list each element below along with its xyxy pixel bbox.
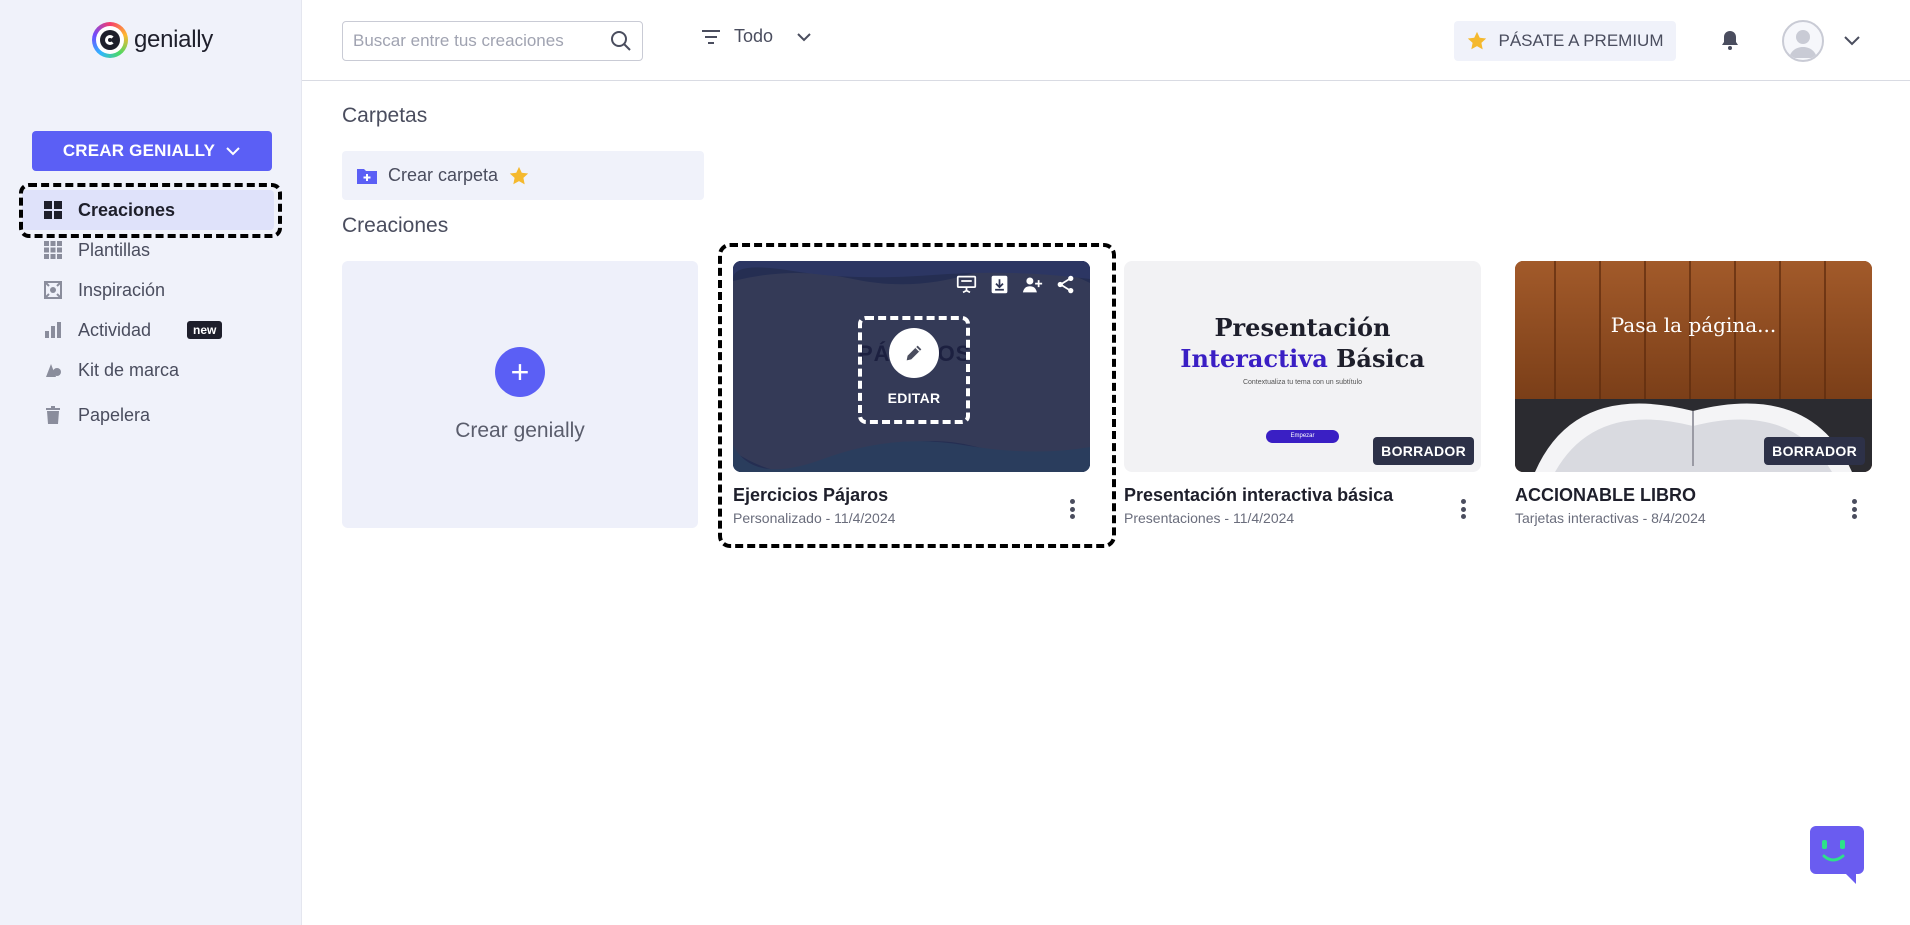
top-bar: Todo PÁSATE A PREMIUM [302, 0, 1910, 81]
sidebar-item-label: Plantillas [78, 239, 151, 260]
filter-label: Todo [734, 26, 774, 46]
inspiration-icon [42, 279, 64, 301]
chevron-down-icon [797, 32, 811, 41]
add-user-icon[interactable] [1022, 274, 1043, 295]
creation-card[interactable]: Pasa la página... BORRADOR ACCIONABLE LI… [1515, 261, 1872, 526]
filter-icon [702, 29, 720, 44]
genially-logo-icon [92, 22, 128, 58]
draft-badge: BORRADOR [1373, 437, 1474, 465]
card-title[interactable]: Ejercicios Pájaros [733, 485, 1090, 506]
avatar[interactable] [1782, 20, 1824, 62]
card-title[interactable]: ACCIONABLE LIBRO [1515, 485, 1872, 506]
present-icon[interactable] [956, 274, 977, 295]
chevron-down-icon [226, 147, 240, 156]
card-meta: Personalizado - 11/4/2024 [733, 510, 896, 526]
thumbnail-word: Básica [1336, 344, 1425, 373]
premium-button[interactable]: PÁSATE A PREMIUM [1454, 21, 1676, 61]
create-folder-label: Crear carpeta [388, 165, 499, 185]
more-options-icon[interactable] [1844, 497, 1864, 521]
sidebar-item-label: Kit de marca [78, 359, 180, 380]
sidebar-nav: Creaciones Plantillas Inspiración Activi… [22, 190, 274, 435]
create-genially-card[interactable]: + Crear genially [342, 261, 698, 528]
creation-card[interactable]: PÁJAROS EDITAR Ejercicios Pájaros Person… [733, 261, 1090, 526]
sidebar-item-papelera[interactable]: Papelera [22, 395, 274, 435]
add-folder-icon [357, 168, 377, 184]
sidebar-item-label: Papelera [78, 404, 151, 425]
plus-icon: + [495, 346, 545, 397]
download-icon[interactable] [989, 274, 1010, 295]
bar-chart-icon [42, 319, 64, 341]
creations-title: Creaciones [342, 214, 449, 237]
user-icon [1789, 30, 1817, 58]
create-genially-button[interactable]: CREAR GENIALLY [32, 131, 272, 171]
creation-thumbnail[interactable]: Pasa la página... BORRADOR [1515, 261, 1872, 472]
premium-label: PÁSATE A PREMIUM [1498, 31, 1664, 50]
bell-icon[interactable] [1718, 28, 1742, 52]
card-meta: Presentaciones - 11/4/2024 [1124, 510, 1295, 526]
creation-thumbnail[interactable]: PÁJAROS EDITAR [733, 261, 1090, 472]
brand-name: genially [134, 26, 213, 53]
thumbnail-heading: Presentación [1214, 313, 1391, 342]
creation-card[interactable]: Presentación Interactiva Básica Contextu… [1124, 261, 1481, 526]
sidebar-item-label: Creaciones [78, 199, 176, 220]
grid-icon [42, 199, 64, 221]
chevron-down-icon[interactable] [1842, 30, 1862, 50]
thumbnail-start-button: Empezar [1266, 430, 1339, 443]
sidebar-item-plantillas[interactable]: Plantillas [22, 230, 274, 270]
create-folder-button[interactable]: Crear carpeta [342, 151, 704, 200]
chat-support-icon[interactable] [1810, 826, 1866, 884]
card-actions [956, 274, 1076, 295]
search-input[interactable] [353, 31, 610, 51]
filter-dropdown[interactable]: Todo [700, 26, 813, 47]
sidebar-item-kit-de-marca[interactable]: Kit de marca [22, 350, 274, 390]
create-genially-label: CREAR GENIALLY [62, 141, 216, 160]
create-genially-card-label: Crear genially [455, 418, 585, 442]
sidebar-item-inspiracion[interactable]: Inspiración [22, 270, 274, 310]
templates-icon [42, 239, 64, 261]
draft-badge: BORRADOR [1764, 437, 1865, 465]
pencil-icon [889, 328, 939, 378]
folders-title: Carpetas [342, 104, 428, 127]
edit-button[interactable]: EDITAR [858, 316, 970, 424]
thumbnail-heading-line2: Interactiva Básica [1124, 344, 1481, 373]
brand-kit-icon [42, 359, 64, 381]
thumbnail-accent-word: Interactiva [1180, 344, 1328, 373]
star-icon [509, 166, 529, 184]
sidebar-item-label: Actividad [78, 319, 152, 340]
card-meta: Tarjetas interactivas - 8/4/2024 [1515, 510, 1706, 526]
sidebar-item-actividad[interactable]: Actividad new [22, 310, 274, 350]
more-options-icon[interactable] [1062, 497, 1082, 521]
trash-icon [42, 404, 64, 426]
sidebar: genially CREAR GENIALLY Creaciones Plant… [0, 0, 302, 925]
genially-logo[interactable]: genially [92, 22, 213, 58]
sidebar-item-label: Inspiración [78, 279, 166, 300]
creation-thumbnail[interactable]: Presentación Interactiva Básica Contextu… [1124, 261, 1481, 472]
star-icon [1468, 31, 1487, 50]
thumbnail-title: Pasa la página... [1610, 313, 1777, 337]
new-badge: new [187, 321, 223, 339]
search-box [342, 21, 643, 61]
share-icon[interactable] [1055, 274, 1076, 295]
sidebar-item-creaciones[interactable]: Creaciones [22, 190, 274, 230]
edit-label: EDITAR [887, 390, 941, 406]
card-title[interactable]: Presentación interactiva básica [1124, 485, 1481, 506]
thumbnail-subtitle: Contextualiza tu tema con un subtítulo [1242, 379, 1363, 386]
more-options-icon[interactable] [1453, 497, 1473, 521]
search-icon[interactable] [610, 30, 632, 52]
